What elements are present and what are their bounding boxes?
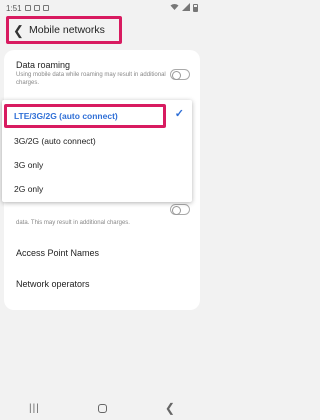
menu-option-label: LTE/3G/2G (auto connect) xyxy=(14,111,118,121)
battery-icon xyxy=(193,4,198,12)
status-bar: 1:51 xyxy=(0,0,204,16)
signal-icon xyxy=(182,3,190,13)
wifi-icon xyxy=(170,3,179,13)
check-icon: ✓ xyxy=(174,108,184,120)
home-icon[interactable] xyxy=(97,403,107,413)
page-title: Mobile networks xyxy=(29,24,105,36)
back-icon[interactable]: ❮ xyxy=(165,401,175,415)
menu-option[interactable]: LTE/3G/2G (auto connect) ✓ xyxy=(2,103,192,129)
menu-option[interactable]: 3G only xyxy=(2,152,192,178)
data-roaming-setting[interactable]: Data roaming Using mobile data while roa… xyxy=(16,60,176,87)
partial-setting-description: data. This may result in additional char… xyxy=(16,220,130,226)
network-operators-item[interactable]: Network operators xyxy=(16,279,90,289)
data-roaming-description: Using mobile data while roaming may resu… xyxy=(16,72,166,86)
notification-icon xyxy=(33,5,40,11)
status-bar-right xyxy=(170,3,198,13)
status-bar-left: 1:51 xyxy=(6,4,49,13)
data-roaming-title: Data roaming xyxy=(16,60,71,70)
menu-option-label: 3G only xyxy=(14,160,44,170)
menu-option-label: 3G/2G (auto connect) xyxy=(14,136,96,146)
navigation-bar: ||| ❮ xyxy=(0,396,204,420)
app-bar: ❮ Mobile networks xyxy=(6,16,122,44)
data-roaming-toggle[interactable] xyxy=(170,69,190,80)
menu-option[interactable]: 2G only xyxy=(2,176,192,202)
status-time: 1:51 xyxy=(6,3,22,13)
notification-icon xyxy=(42,5,49,11)
notification-icon xyxy=(24,5,31,11)
network-mode-menu: LTE/3G/2G (auto connect) ✓ 3G/2G (auto c… xyxy=(2,100,192,202)
menu-option-label: 2G only xyxy=(14,184,44,194)
recent-apps-icon[interactable]: ||| xyxy=(29,403,40,414)
menu-option[interactable]: 3G/2G (auto connect) xyxy=(2,128,192,154)
partial-setting-toggle[interactable] xyxy=(170,204,190,215)
access-point-names-item[interactable]: Access Point Names xyxy=(16,248,99,258)
back-arrow-icon[interactable]: ❮ xyxy=(13,24,25,37)
